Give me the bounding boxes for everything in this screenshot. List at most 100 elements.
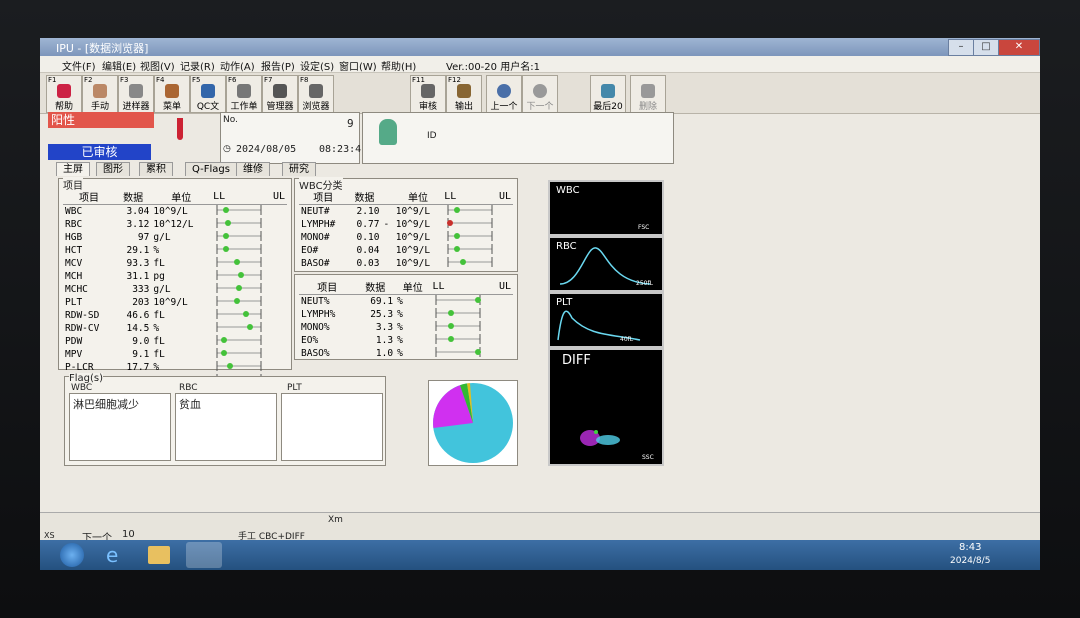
item-value: 17.7 [126,362,150,373]
range-gauge [216,205,262,215]
item-gauge [430,347,513,360]
next-button[interactable]: 下一个 [522,75,558,113]
item-unit: % [397,296,403,307]
item-name: MPV [65,349,83,360]
range-gauge [435,308,481,318]
item-name: RDW-CV [65,323,100,334]
item-value: 9.1 [132,349,150,360]
table-row: HCT 29.1% [63,244,287,257]
last20-button[interactable]: 最后20 [590,75,626,113]
table-row: HGB 97 g/L [63,231,287,244]
window-title: IPU - [数据浏览器] [56,42,149,55]
rbc-flag-list[interactable]: 贫血 [175,393,277,461]
item-value: 69.1 [370,296,394,307]
arrow-down-icon [533,84,547,98]
start-button[interactable] [60,543,84,567]
menu-action[interactable]: 动作(A) [220,58,255,73]
tab-research[interactable]: 研究 [282,162,316,176]
maximize-button[interactable]: □ [973,39,999,56]
close-button[interactable]: ✕ [998,39,1040,56]
item-unit: 10^12/L [153,219,194,230]
hand-icon [93,84,107,98]
range-gauge [216,296,262,306]
range-gauge [216,218,262,228]
folder-icon[interactable] [148,546,170,564]
manual-button[interactable]: F2 手动 [82,75,118,113]
menu-settings[interactable]: 设定(S) [300,58,334,73]
manager-button[interactable]: F7 管理器 [262,75,298,113]
range-gauge [435,295,482,305]
tube-icon [177,118,183,140]
menu-record[interactable]: 记录(R) [180,58,215,73]
sample-number: 9 [347,117,354,130]
sampler-button[interactable]: F3 进样器 [118,75,154,113]
range-gauge [216,309,262,319]
output-icon [457,84,471,98]
item-gauge [430,295,513,309]
previous-button[interactable]: 上一个 [486,75,522,113]
item-gauge [211,296,287,309]
toolbar: F1 帮助 F2 手动 F3 进样器 F4 菜单 F5 QC文 F6 工作单 F7 管理器 F… [40,73,1040,114]
output-button[interactable]: F12 输出 [446,75,482,113]
item-name: BASO% [301,348,330,359]
item-value: 46.6 [126,310,150,321]
item-unit: fL [153,310,165,321]
item-mark: - [383,219,390,230]
item-gauge [211,257,287,270]
item-unit: % [153,362,160,373]
item-unit: 10^9/L [395,258,431,269]
menu-help[interactable]: 帮助(H) [381,58,416,73]
clock-time: 8:43 [959,542,982,553]
item-unit: 10^9/L [395,232,431,243]
item-unit: % [397,348,403,359]
menu-window[interactable]: 窗口(W) [339,58,377,73]
col-value: 数据 [114,189,152,205]
range-gauge [435,321,481,331]
menu-edit[interactable]: 编辑(E) [102,58,136,73]
worklist-button[interactable]: F6 工作单 [226,75,262,113]
item-value: 3.04 [126,206,150,217]
menu-report[interactable]: 报告(P) [261,58,295,73]
menu-view[interactable]: 视图(V) [140,58,175,73]
review-button[interactable]: F11 审核 [410,75,446,113]
range-gauge [447,205,493,215]
tab-graph[interactable]: 图形 [96,162,130,176]
col-unit: 单位 [151,189,212,205]
table-row: MONO% 3.3% [299,321,513,334]
tab-maintenance[interactable]: 维修 [236,162,270,176]
ie-icon[interactable]: e [106,544,128,566]
taskbar: e 8:43 2024/8/5 [40,540,1040,570]
main-results-table: 项目 数据 单位 LL UL WBC 3.04 10^9/L RBC 3.12 10^12… [63,189,287,387]
range-gauge [447,244,493,254]
wbc-flag-list[interactable]: 淋巴细胞减少 [69,393,171,461]
item-mark [381,244,393,257]
item-name: LYMPH% [301,309,336,320]
minimize-button[interactable]: – [948,39,974,56]
item-gauge [442,257,513,270]
menu-button[interactable]: F4 菜单 [154,75,190,113]
help-button[interactable]: F1 帮助 [46,75,82,113]
table-row: EO# 0.04 10^9/L [299,244,513,257]
reviewed-badge: 已审核 [48,144,151,160]
item-name: HGB [65,232,83,243]
table-row: MCV 93.3 fL [63,257,287,270]
item-value: 203 [132,297,150,308]
delete-button[interactable]: 删除 [630,75,666,113]
qc-button[interactable]: F5 QC文 [190,75,226,113]
item-value: 0.03 [356,258,380,269]
tab-cumulative[interactable]: 累积 [139,162,173,176]
tab-qflags[interactable]: Q-Flags [185,162,237,176]
col-ll: LL [211,189,249,205]
worklist-icon [237,84,251,98]
item-name: HCT [65,245,83,256]
ipu-taskbar-button[interactable] [186,542,222,568]
plt-flag-list[interactable] [281,393,383,461]
browser-button[interactable]: F8 浏览器 [298,75,334,113]
table-row: RDW-CV 14.5% [63,322,287,335]
item-unit: 10^9/L [153,297,188,308]
tab-main[interactable]: 主屏 [56,162,90,176]
menu-file[interactable]: 文件(F) [62,58,96,73]
plt-histogram: PLT 40fL [548,292,664,348]
diff-scattergram: DIFF SSC [548,348,664,466]
item-value: 3.12 [126,219,150,230]
